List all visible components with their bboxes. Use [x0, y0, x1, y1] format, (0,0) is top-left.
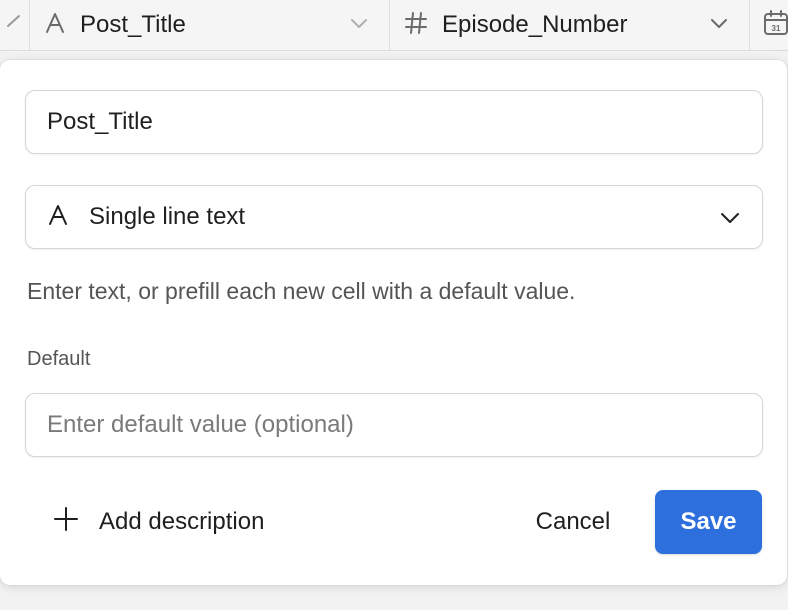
chevron-down-icon[interactable] [349, 13, 369, 38]
column-name: Episode_Number [442, 11, 628, 38]
chevron-down-icon[interactable] [7, 12, 21, 39]
default-value-field[interactable] [25, 393, 763, 457]
text-type-icon [47, 204, 69, 231]
chevron-down-icon[interactable] [709, 13, 729, 38]
default-value-input[interactable] [26, 394, 762, 456]
column-name: Post_Title [80, 11, 186, 38]
column-header-previous[interactable] [0, 0, 30, 50]
chevron-down-icon [720, 208, 740, 233]
text-type-icon [44, 12, 66, 39]
column-header-date[interactable]: 31 [750, 0, 788, 50]
calendar-day: 31 [772, 24, 781, 33]
field-type-hint: Enter text, or prefill each new cell wit… [27, 278, 576, 304]
column-header-episode-number[interactable]: Episode_Number [390, 0, 750, 50]
field-editor-panel: Post_Title Single line text Enter text, … [0, 60, 787, 585]
grid-header: Post_Title Episode_Number 31 [0, 0, 788, 51]
field-type-select[interactable]: Single line text [25, 185, 763, 249]
add-description-button[interactable]: Add description [53, 505, 264, 539]
column-header-post-title[interactable]: Post_Title [30, 0, 390, 50]
calendar-icon: 31 [763, 9, 788, 41]
cancel-button[interactable]: Cancel [515, 490, 631, 554]
field-type-label: Single line text [89, 203, 246, 230]
field-name-value: Post_Title [47, 108, 153, 135]
default-value-label: Default [27, 348, 91, 370]
plus-icon [53, 506, 79, 539]
number-type-icon [404, 11, 428, 40]
field-name-input[interactable]: Post_Title [25, 90, 763, 154]
add-description-label: Add description [99, 508, 265, 535]
save-button[interactable]: Save [655, 490, 762, 554]
